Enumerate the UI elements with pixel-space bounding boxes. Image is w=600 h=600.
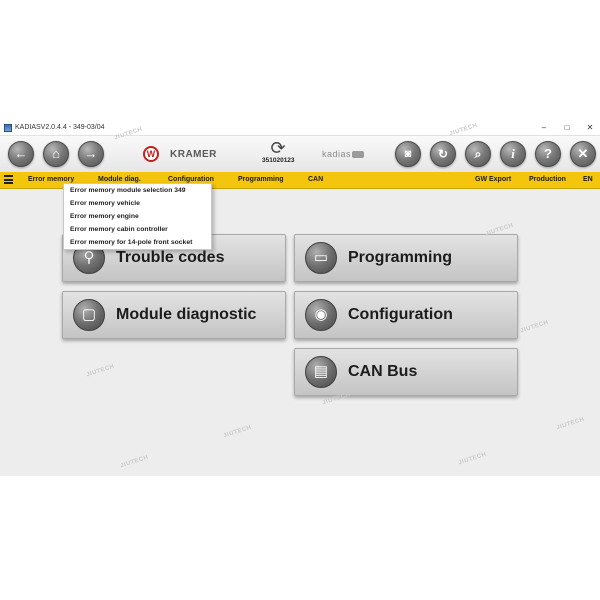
menu-can[interactable]: CAN [308, 176, 323, 183]
refresh-button[interactable]: ↻ [430, 141, 456, 167]
app-icon [4, 124, 12, 132]
close-button[interactable]: ✕ [570, 141, 596, 167]
dropdown-item-front-socket[interactable]: Error memory for 14-pole front socket [70, 239, 192, 246]
programming-label: Programming [348, 249, 453, 266]
module-diagnostic-label: Module diagnostic [116, 306, 257, 323]
refresh-icon: ↻ [437, 147, 449, 161]
search-button[interactable]: ⌕ [465, 141, 491, 167]
dropdown-item-module-selection[interactable]: Error memory module selection 349 [70, 187, 186, 194]
back-button[interactable]: ← [8, 141, 34, 167]
camera-button[interactable]: ◙ [395, 141, 421, 167]
forward-button[interactable]: → [78, 141, 104, 167]
dropdown-item-engine[interactable]: Error memory engine [70, 213, 139, 220]
window-title: KADIASV2.0.4.4 - 349-03/04 [15, 124, 105, 131]
minimize-button[interactable]: – [536, 122, 552, 134]
programming-button[interactable]: ▭ Programming [294, 234, 518, 282]
menu-production[interactable]: Production [529, 176, 566, 183]
menu-configuration[interactable]: Configuration [168, 176, 214, 183]
watermark: JIUTECH [85, 363, 116, 379]
sync-icon: ⟳ [270, 138, 286, 158]
laptop-icon: ▭ [313, 249, 329, 266]
watermark: JIUTECH [222, 424, 253, 440]
dropdown-item-cabin-controller[interactable]: Error memory cabin controller [70, 226, 168, 233]
window-close-button[interactable]: ✕ [582, 122, 598, 134]
menu-error-memory[interactable]: Error memory [28, 176, 74, 183]
toolbar: ← ⌂ → W KRAMER ⟳ 351020123 kadias ◙ ↻ ⌕ … [0, 136, 600, 172]
watermark: JIUTECH [519, 319, 550, 335]
forward-arrow-icon: → [84, 146, 98, 161]
watermark: JIUTECH [119, 454, 150, 470]
info-button[interactable]: i [500, 141, 526, 167]
menu-programming[interactable]: Programming [238, 176, 284, 183]
sync-number: 351020123 [262, 157, 295, 164]
can-bus-button[interactable]: ▤ CAN Bus [294, 348, 518, 396]
can-bus-label: CAN Bus [348, 363, 418, 380]
home-button[interactable]: ⌂ [43, 141, 69, 167]
title-bar: KADIASV2.0.4.4 - 349-03/04 – □ ✕ [0, 121, 600, 136]
camera-icon: ◙ [404, 148, 412, 160]
menu-language[interactable]: EN [583, 176, 593, 183]
back-arrow-icon: ← [14, 146, 28, 161]
info-icon: i [511, 146, 515, 161]
menu-module-diag[interactable]: Module diag. [98, 176, 141, 183]
trouble-codes-label: Trouble codes [116, 249, 225, 266]
document-icon: ▤ [313, 363, 329, 380]
dropdown-item-vehicle[interactable]: Error memory vehicle [70, 200, 140, 207]
sync-button[interactable]: ⟳ 351020123 [262, 138, 295, 164]
module-diagnostic-button[interactable]: ▢ Module diagnostic [62, 291, 286, 339]
search-icon: ⌕ [474, 147, 482, 161]
menu-gw-export[interactable]: GW Export [475, 176, 511, 183]
close-icon: ✕ [577, 146, 589, 161]
brand-logo: W [143, 146, 159, 162]
help-button[interactable]: ? [535, 141, 561, 167]
watermark: JIUTECH [555, 416, 586, 432]
maximize-button[interactable]: □ [559, 122, 575, 134]
module-icon: ▢ [81, 306, 97, 323]
kadias-logo: kadias [322, 149, 365, 159]
brand-name: KRAMER [170, 149, 217, 160]
error-memory-dropdown: Error memory module selection 349 Error … [63, 183, 212, 250]
home-icon: ⌂ [52, 146, 60, 161]
configuration-label: Configuration [348, 306, 453, 323]
help-icon: ? [544, 146, 552, 161]
kadias-window: KADIASV2.0.4.4 - 349-03/04 – □ ✕ ← ⌂ → W… [0, 121, 600, 476]
configuration-button[interactable]: ◉ Configuration [294, 291, 518, 339]
hamburger-menu-icon[interactable] [4, 175, 13, 184]
watermark: JIUTECH [457, 451, 488, 467]
eye-icon: ◉ [314, 306, 328, 323]
